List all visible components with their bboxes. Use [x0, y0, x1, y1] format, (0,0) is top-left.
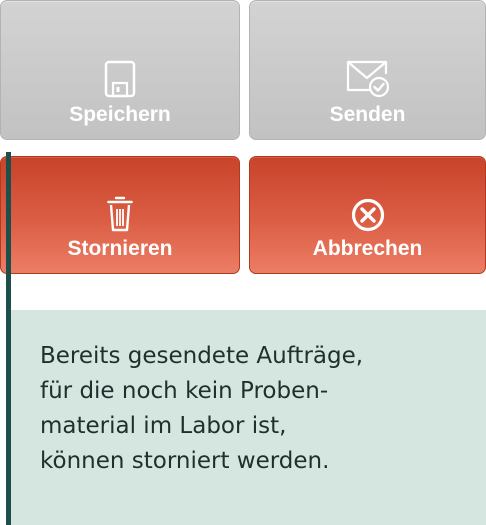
- circle-x-icon: [351, 198, 384, 232]
- floppy-disk-icon: [104, 60, 136, 98]
- save-button[interactable]: Speichern: [0, 0, 240, 140]
- envelope-check-icon: [346, 60, 389, 98]
- info-note-text: Bereits gesendete Aufträge, für die noch…: [40, 343, 364, 474]
- send-button-label: Senden: [329, 103, 406, 126]
- trash-icon: [107, 196, 133, 232]
- send-button[interactable]: Senden: [249, 0, 486, 140]
- save-button-label: Speichern: [69, 103, 171, 126]
- abort-button[interactable]: Abbrechen: [249, 156, 486, 274]
- order-actions-panel: Speichern Senden Stornieren Abbrechen Be…: [0, 0, 486, 525]
- abort-button-label: Abbrechen: [312, 237, 423, 260]
- info-note: Bereits gesendete Aufträge, für die noch…: [11, 310, 486, 525]
- cancel-order-button[interactable]: Stornieren: [0, 156, 240, 274]
- cancel-order-button-label: Stornieren: [67, 237, 173, 260]
